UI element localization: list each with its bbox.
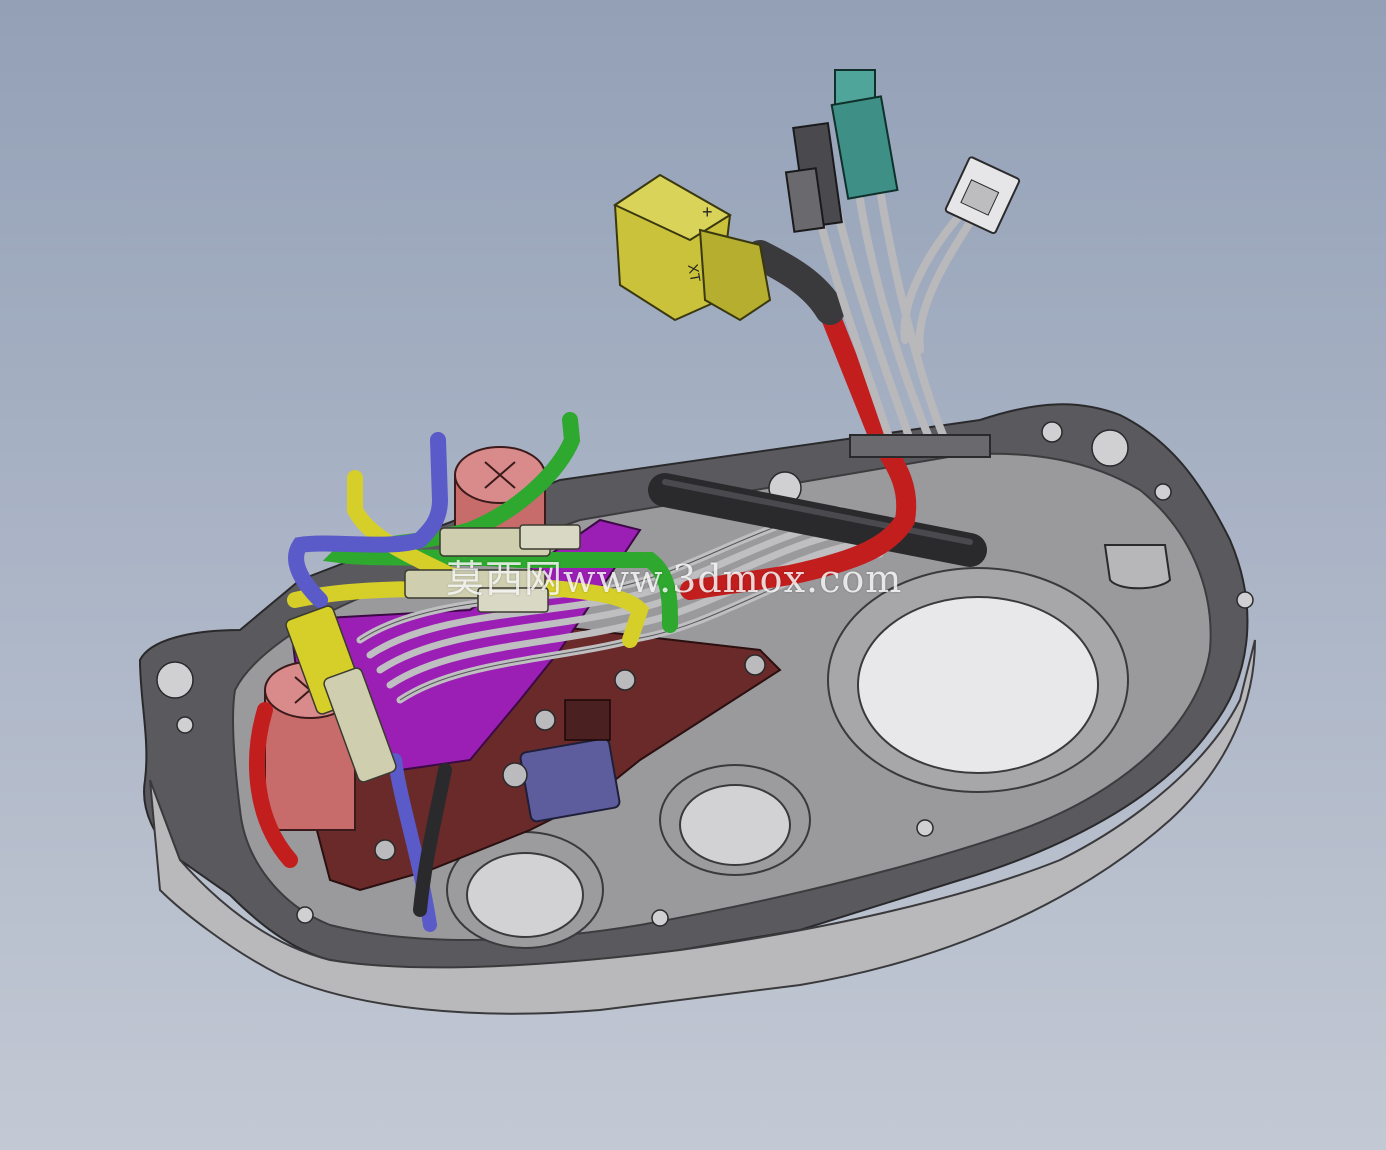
- dark-signal-connectors: [784, 121, 843, 233]
- connector-plus-label: +: [702, 202, 713, 222]
- small-bore-left-inner: [466, 852, 584, 938]
- teal-signal-connector: [830, 69, 899, 200]
- xt-power-connector: [612, 173, 772, 322]
- sensor-chip: [519, 737, 621, 823]
- mounting-tab: [1103, 544, 1172, 590]
- small-bore-right-inner: [679, 784, 791, 866]
- cable-grommet: [849, 434, 991, 458]
- watermark-text: 莫西网www.3dmox.com: [446, 557, 903, 601]
- connector-brand-label: XT: [685, 263, 704, 284]
- ic-chip: [564, 699, 611, 741]
- wire-black-main: [745, 240, 845, 325]
- large-bearing-bore-inner: [857, 596, 1099, 774]
- cad-viewport: + XT 莫西网www.3dmox.com: [0, 0, 1386, 1150]
